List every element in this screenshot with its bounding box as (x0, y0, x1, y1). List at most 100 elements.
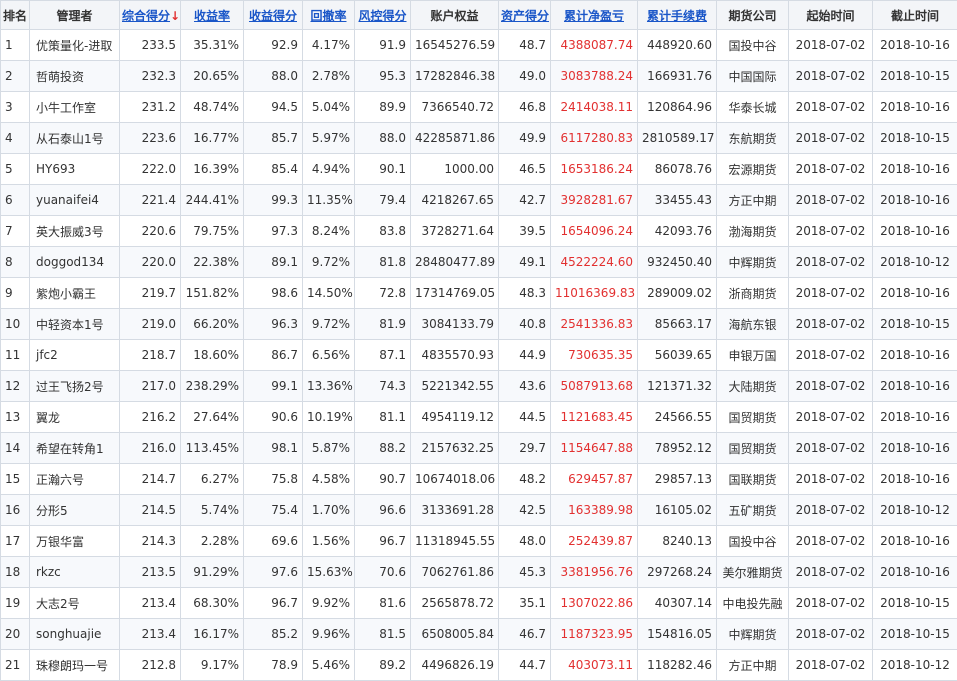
cell-broker: 申银万国 (717, 340, 789, 371)
sort-link-composite-score[interactable]: 综合得分 (122, 9, 170, 23)
cell-return-score: 99.1 (244, 371, 303, 402)
table-row[interactable]: 18rkzc213.591.29%97.615.63%70.67062761.8… (1, 557, 957, 588)
cell-equity: 4218267.65 (411, 185, 499, 216)
cell-net-pnl: 629457.87 (551, 464, 638, 495)
cell-net-pnl: 4388087.74 (551, 30, 638, 61)
table-row[interactable]: 13翼龙216.227.64%90.610.19%81.14954119.124… (1, 402, 957, 433)
cell-start-date: 2018-07-02 (789, 526, 873, 557)
cell-asset-score: 44.9 (499, 340, 551, 371)
cell-return-rate: 66.20% (181, 309, 244, 340)
sort-link-risk-score[interactable]: 风控得分 (358, 9, 406, 23)
cell-net-pnl: 1653186.24 (551, 154, 638, 185)
cell-composite-score: 220.6 (120, 216, 181, 247)
cell-rank: 16 (1, 495, 30, 526)
cell-start-date: 2018-07-02 (789, 61, 873, 92)
cell-risk-score: 89.2 (355, 650, 411, 681)
header-fees[interactable]: 累计手续费 (638, 1, 717, 30)
cell-net-pnl: 4522224.60 (551, 247, 638, 278)
cell-asset-score: 46.8 (499, 92, 551, 123)
table-row[interactable]: 1优策量化-进取233.535.31%92.94.17%91.916545276… (1, 30, 957, 61)
cell-equity: 17314769.05 (411, 278, 499, 309)
header-composite-score[interactable]: 综合得分↓ (120, 1, 181, 30)
cell-risk-score: 96.6 (355, 495, 411, 526)
table-row[interactable]: 3小牛工作室231.248.74%94.55.04%89.97366540.72… (1, 92, 957, 123)
cell-return-score: 98.6 (244, 278, 303, 309)
table-row[interactable]: 2哲萌投资232.320.65%88.02.78%95.317282846.38… (1, 61, 957, 92)
cell-end-date: 2018-10-12 (873, 650, 957, 681)
cell-broker: 中国国际 (717, 61, 789, 92)
cell-net-pnl: 730635.35 (551, 340, 638, 371)
header-net-pnl[interactable]: 累计净盈亏 (551, 1, 638, 30)
cell-asset-score: 49.0 (499, 61, 551, 92)
cell-return-score: 96.7 (244, 588, 303, 619)
sort-link-fees[interactable]: 累计手续费 (647, 9, 707, 23)
cell-return-score: 85.4 (244, 154, 303, 185)
header-return-rate[interactable]: 收益率 (181, 1, 244, 30)
cell-equity: 11318945.55 (411, 526, 499, 557)
cell-asset-score: 44.7 (499, 650, 551, 681)
cell-rank: 6 (1, 185, 30, 216)
table-row[interactable]: 6yuanaifei4221.4244.41%99.311.35%79.4421… (1, 185, 957, 216)
cell-broker: 浙商期货 (717, 278, 789, 309)
cell-asset-score: 45.3 (499, 557, 551, 588)
table-row[interactable]: 8doggod134220.022.38%89.19.72%81.8284804… (1, 247, 957, 278)
cell-manager: 分形5 (30, 495, 120, 526)
header-asset-score[interactable]: 资产得分 (499, 1, 551, 30)
cell-start-date: 2018-07-02 (789, 650, 873, 681)
cell-broker: 中辉期货 (717, 247, 789, 278)
cell-fees: 16105.02 (638, 495, 717, 526)
cell-end-date: 2018-10-12 (873, 247, 957, 278)
table-row[interactable]: 14希望在转角1216.0113.45%98.15.87%88.22157632… (1, 433, 957, 464)
cell-rank: 1 (1, 30, 30, 61)
cell-composite-score: 233.5 (120, 30, 181, 61)
table-header: 排名管理者综合得分↓收益率收益得分回撤率风控得分账户权益资产得分累计净盈亏累计手… (1, 1, 957, 30)
table-row[interactable]: 19大志2号213.468.30%96.79.92%81.62565878.72… (1, 588, 957, 619)
cell-equity: 5221342.55 (411, 371, 499, 402)
cell-fees: 121371.32 (638, 371, 717, 402)
table-row[interactable]: 5HY693222.016.39%85.44.94%90.11000.0046.… (1, 154, 957, 185)
cell-manager: 正瀚六号 (30, 464, 120, 495)
cell-composite-score: 222.0 (120, 154, 181, 185)
cell-start-date: 2018-07-02 (789, 588, 873, 619)
table-row[interactable]: 15正瀚六号214.76.27%75.84.58%90.710674018.06… (1, 464, 957, 495)
cell-net-pnl: 1154647.88 (551, 433, 638, 464)
header-return-score[interactable]: 收益得分 (244, 1, 303, 30)
cell-drawdown: 14.50% (303, 278, 355, 309)
cell-fees: 166931.76 (638, 61, 717, 92)
cell-asset-score: 48.2 (499, 464, 551, 495)
table-row[interactable]: 21珠穆朗玛一号212.89.17%78.95.46%89.24496826.1… (1, 650, 957, 681)
cell-net-pnl: 5087913.68 (551, 371, 638, 402)
sort-link-net-pnl[interactable]: 累计净盈亏 (564, 9, 624, 23)
cell-return-rate: 22.38% (181, 247, 244, 278)
table-row[interactable]: 20songhuajie213.416.17%85.29.96%81.56508… (1, 619, 957, 650)
cell-return-rate: 2.28% (181, 526, 244, 557)
table-row[interactable]: 4从石泰山1号223.616.77%85.75.97%88.042285871.… (1, 123, 957, 154)
table-row[interactable]: 11jfc2218.718.60%86.76.56%87.14835570.93… (1, 340, 957, 371)
sort-link-asset-score[interactable]: 资产得分 (501, 9, 549, 23)
cell-manager: 英大振威3号 (30, 216, 120, 247)
sort-link-return-score[interactable]: 收益得分 (249, 9, 297, 23)
cell-fees: 297268.24 (638, 557, 717, 588)
cell-risk-score: 81.5 (355, 619, 411, 650)
table-row[interactable]: 9紫炮小霸王219.7151.82%98.614.50%72.817314769… (1, 278, 957, 309)
header-manager: 管理者 (30, 1, 120, 30)
table-row[interactable]: 12过王飞扬2号217.0238.29%99.113.36%74.3522134… (1, 371, 957, 402)
header-drawdown[interactable]: 回撤率 (303, 1, 355, 30)
sort-link-return-rate[interactable]: 收益率 (194, 9, 230, 23)
cell-return-score: 69.6 (244, 526, 303, 557)
sort-link-drawdown[interactable]: 回撤率 (310, 9, 346, 23)
cell-fees: 289009.02 (638, 278, 717, 309)
table-row[interactable]: 7英大振威3号220.679.75%97.38.24%83.83728271.6… (1, 216, 957, 247)
cell-composite-score: 221.4 (120, 185, 181, 216)
cell-end-date: 2018-10-16 (873, 154, 957, 185)
cell-return-rate: 5.74% (181, 495, 244, 526)
cell-drawdown: 4.58% (303, 464, 355, 495)
cell-end-date: 2018-10-16 (873, 340, 957, 371)
table-row[interactable]: 16分形5214.55.74%75.41.70%96.63133691.2842… (1, 495, 957, 526)
cell-drawdown: 5.46% (303, 650, 355, 681)
cell-drawdown: 8.24% (303, 216, 355, 247)
table-row[interactable]: 17万银华富214.32.28%69.61.56%96.711318945.55… (1, 526, 957, 557)
table-row[interactable]: 10中轻资本1号219.066.20%96.39.72%81.93084133.… (1, 309, 957, 340)
cell-rank: 17 (1, 526, 30, 557)
header-risk-score[interactable]: 风控得分 (355, 1, 411, 30)
